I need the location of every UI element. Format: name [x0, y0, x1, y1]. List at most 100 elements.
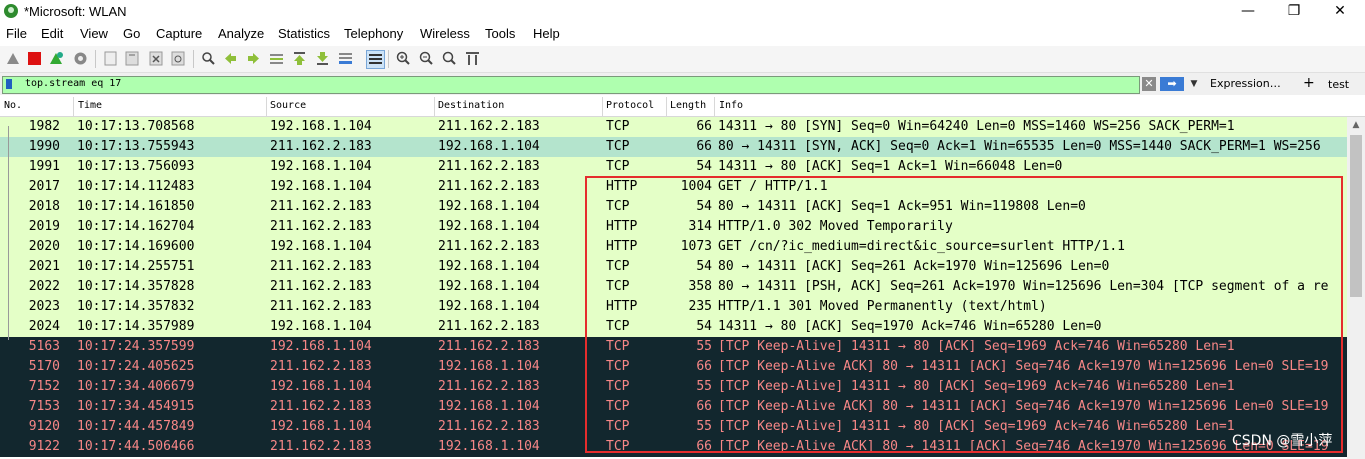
menu-go[interactable]: Go — [123, 26, 140, 41]
packet-row[interactable]: 9120 10:17:44.457849 192.168.1.104 211.162.… — [0, 417, 1347, 437]
column-destination[interactable]: Destination — [438, 100, 504, 114]
column-protocol[interactable]: Protocol — [606, 100, 654, 114]
packet-protocol: TCP — [606, 339, 630, 354]
close-file-icon[interactable] — [148, 50, 165, 67]
find-packet-icon[interactable] — [200, 50, 217, 67]
packet-row[interactable]: 9122 10:17:44.506466 211.162.2.183 192.168.… — [0, 437, 1347, 457]
menu-view[interactable]: View — [80, 26, 108, 41]
packet-row[interactable]: 2017 10:17:14.112483 192.168.1.104 211.162.… — [0, 177, 1347, 197]
reload-file-icon[interactable] — [170, 50, 187, 67]
packet-row[interactable]: 5163 10:17:24.357599 192.168.1.104 211.162.… — [0, 337, 1347, 357]
menu-analyze[interactable]: Analyze — [218, 26, 264, 41]
packet-length: 66 — [696, 139, 712, 154]
packet-info: [TCP Keep-Alive] 14311 → 80 [ACK] Seq=19… — [718, 379, 1235, 394]
packet-row[interactable]: 2024 10:17:14.357989 192.168.1.104 211.162.… — [0, 317, 1347, 337]
packet-info: 14311 → 80 [ACK] Seq=1970 Ack=746 Win=65… — [718, 319, 1102, 334]
menu-statistics[interactable]: Statistics — [278, 26, 330, 41]
packet-row[interactable]: 2018 10:17:14.161850 211.162.2.183 192.168.… — [0, 197, 1347, 217]
menu-file[interactable]: File — [6, 26, 27, 41]
go-first-packet-icon[interactable] — [291, 50, 308, 67]
apply-filter-icon[interactable]: ➡ — [1160, 77, 1184, 91]
column-divider[interactable] — [266, 97, 267, 116]
packet-source: 192.168.1.104 — [270, 419, 372, 434]
packet-row[interactable]: 1990 10:17:13.755943 211.162.2.183 192.168.… — [0, 137, 1347, 157]
column-divider[interactable] — [714, 97, 715, 116]
packet-source: 211.162.2.183 — [270, 439, 372, 454]
go-back-icon[interactable] — [222, 50, 239, 67]
resize-columns-icon[interactable] — [464, 50, 481, 67]
packet-row[interactable]: 7153 10:17:34.454915 211.162.2.183 192.168.… — [0, 397, 1347, 417]
menu-edit[interactable]: Edit — [41, 26, 63, 41]
packet-row[interactable]: 7152 10:17:34.406679 192.168.1.104 211.162.… — [0, 377, 1347, 397]
packet-row[interactable]: 1991 10:17:13.756093 192.168.1.104 211.162.… — [0, 157, 1347, 177]
packet-row[interactable]: 1982 10:17:13.708568 192.168.1.104 211.162.… — [0, 117, 1347, 137]
display-filter-input[interactable]: top.stream eq 17 — [2, 76, 1140, 94]
go-to-packet-icon[interactable] — [268, 50, 285, 67]
packet-time: 10:17:24.357599 — [77, 339, 195, 354]
packet-row[interactable]: 2021 10:17:14.255751 211.162.2.183 192.168.… — [0, 257, 1347, 277]
packet-source: 211.162.2.183 — [270, 399, 372, 414]
packet-row[interactable]: 2019 10:17:14.162704 211.162.2.183 192.168.… — [0, 217, 1347, 237]
menu-wireless[interactable]: Wireless — [420, 26, 470, 41]
minimize-button[interactable]: — — [1225, 0, 1271, 24]
normal-size-icon[interactable] — [441, 50, 458, 67]
packet-protocol: TCP — [606, 419, 630, 434]
column-info[interactable]: Info — [719, 100, 743, 114]
add-filter-button[interactable]: + — [1303, 75, 1315, 91]
restart-capture-icon[interactable] — [48, 50, 65, 67]
scroll-up-icon[interactable]: ▲ — [1347, 117, 1365, 133]
column-time[interactable]: Time — [78, 100, 102, 114]
auto-scroll-icon[interactable] — [337, 50, 354, 67]
packet-source: 211.162.2.183 — [270, 299, 372, 314]
packet-list-scrollbar[interactable]: ▲ — [1347, 117, 1365, 459]
filter-button-test[interactable]: test — [1328, 78, 1349, 91]
packet-destination: 192.168.1.104 — [438, 399, 540, 414]
scroll-thumb[interactable] — [1350, 135, 1362, 297]
packet-source: 192.168.1.104 — [270, 379, 372, 394]
packet-row[interactable]: 2022 10:17:14.357828 211.162.2.183 192.168.… — [0, 277, 1347, 297]
column-source[interactable]: Source — [270, 100, 306, 114]
packet-time: 10:17:14.357832 — [77, 299, 195, 314]
column-divider[interactable] — [602, 97, 603, 116]
packet-destination: 211.162.2.183 — [438, 239, 540, 254]
packet-no: 7152 — [28, 379, 60, 394]
column-divider[interactable] — [666, 97, 667, 116]
menu-telephony[interactable]: Telephony — [344, 26, 403, 41]
zoom-out-icon[interactable] — [418, 50, 435, 67]
filter-history-dropdown-icon[interactable]: ▼ — [1187, 77, 1201, 91]
close-button[interactable]: ✕ — [1317, 0, 1363, 24]
capture-options-icon[interactable] — [72, 50, 89, 67]
stop-capture-icon[interactable] — [26, 50, 43, 67]
window-title: *Microsoft: WLAN — [24, 4, 127, 19]
packet-source: 211.162.2.183 — [270, 219, 372, 234]
colorize-icon[interactable] — [366, 50, 385, 69]
packet-info: HTTP/1.1 301 Moved Permanently (text/htm… — [718, 299, 1047, 314]
column-no[interactable]: No. — [4, 100, 22, 114]
open-file-icon[interactable] — [102, 50, 119, 67]
packet-no: 2020 — [28, 239, 60, 254]
maximize-button[interactable]: ❐ — [1271, 0, 1317, 24]
packet-info: [TCP Keep-Alive] 14311 → 80 [ACK] Seq=19… — [718, 419, 1235, 434]
save-file-icon[interactable] — [124, 50, 141, 67]
start-capture-icon[interactable] — [5, 50, 22, 67]
packet-info: HTTP/1.0 302 Moved Temporarily — [718, 219, 953, 234]
menu-capture[interactable]: Capture — [156, 26, 202, 41]
go-forward-icon[interactable] — [245, 50, 262, 67]
zoom-in-icon[interactable] — [395, 50, 412, 67]
column-length[interactable]: Length — [670, 100, 706, 114]
packet-no: 1990 — [28, 139, 60, 154]
menu-tools[interactable]: Tools — [485, 26, 515, 41]
display-filter-value[interactable]: top.stream eq 17 — [25, 78, 121, 89]
bookmark-icon[interactable] — [6, 79, 12, 89]
column-divider[interactable] — [434, 97, 435, 116]
packet-row[interactable]: 5170 10:17:24.405625 211.162.2.183 192.168.… — [0, 357, 1347, 377]
column-divider[interactable] — [73, 97, 74, 116]
menu-help[interactable]: Help — [533, 26, 560, 41]
packet-row[interactable]: 2020 10:17:14.169600 192.168.1.104 211.162.… — [0, 237, 1347, 257]
packet-source: 192.168.1.104 — [270, 179, 372, 194]
expression-button[interactable]: Expression… — [1210, 77, 1281, 90]
go-last-packet-icon[interactable] — [314, 50, 331, 67]
packet-row[interactable]: 2023 10:17:14.357832 211.162.2.183 192.168.… — [0, 297, 1347, 317]
clear-filter-icon[interactable]: ✕ — [1142, 77, 1156, 91]
packet-source: 211.162.2.183 — [270, 359, 372, 374]
